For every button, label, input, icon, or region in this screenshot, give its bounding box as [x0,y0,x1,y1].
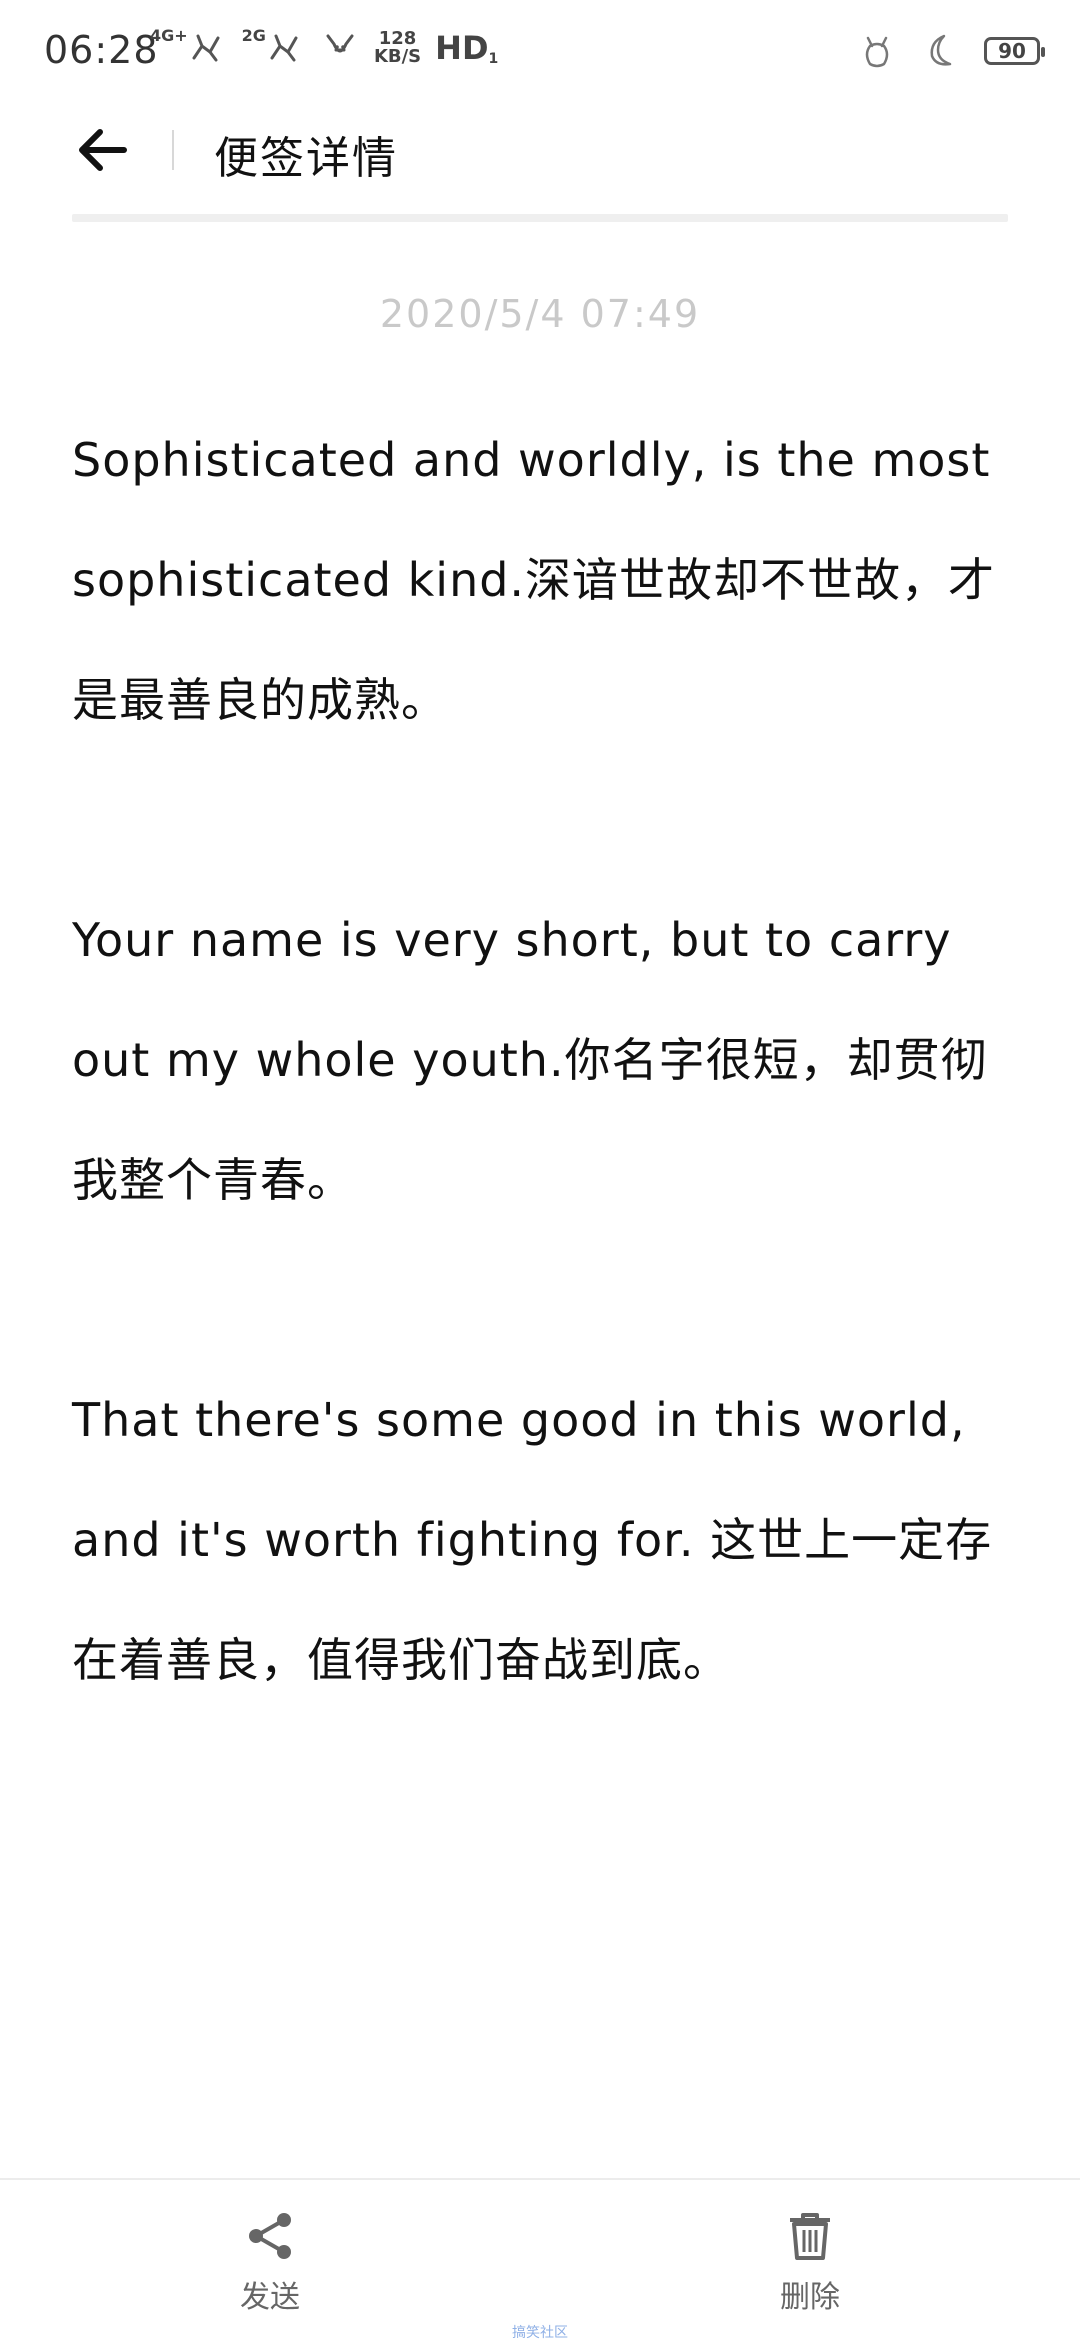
note-body[interactable]: Sophisticated and worldly, is the most s… [72,400,1012,1840]
moon-icon [930,34,952,66]
status-icons-left: 4G+ 2G 128 KB/S HD1 [150,28,498,68]
watermark: 搞笑社区 [512,2325,568,2341]
delete-button[interactable]: 删除 [710,2210,910,2316]
signal-4g-icon [192,34,220,62]
battery-icon: 90 [984,37,1045,65]
note-paragraph: Your name is very short, but to carry ou… [72,913,988,1207]
back-button[interactable] [72,120,132,180]
header-divider [172,130,174,170]
send-button[interactable]: 发送 [170,2210,370,2316]
arrow-left-icon [79,129,127,171]
send-label: 发送 [240,2280,300,2315]
share-icon [249,2213,291,2259]
status-icons-right: 90 [860,32,1045,70]
hd-sub-label: 1 [488,51,499,67]
trash-icon [790,2213,830,2260]
hd-indicator: HD1 [435,29,498,67]
network-4g-label: 4G+ [150,26,188,45]
note-paragraph: Sophisticated and worldly, is the most s… [72,433,996,727]
hd-label: HD [435,29,489,67]
status-time: 06:28 [44,28,159,72]
bottom-action-bar: 发送 删除 [0,2178,1080,2342]
signal-2g-icon [270,34,298,62]
network-speed-unit: KB/S [373,46,422,67]
delete-label: 删除 [780,2280,840,2315]
note-date: 2020/5/4 07:49 [379,292,701,336]
header-rule [72,214,1008,222]
deer-icon [326,34,354,53]
note-paragraph: That there's some good in this world, an… [72,1393,993,1687]
pet-icon [865,36,889,68]
page-title: 便签详情 [214,133,398,184]
network-2g-label: 2G [241,26,266,45]
network-speed: 128 KB/S [374,30,421,66]
status-bar: 06:28 4G+ 2G 128 KB/S HD1 90 [0,0,1080,110]
